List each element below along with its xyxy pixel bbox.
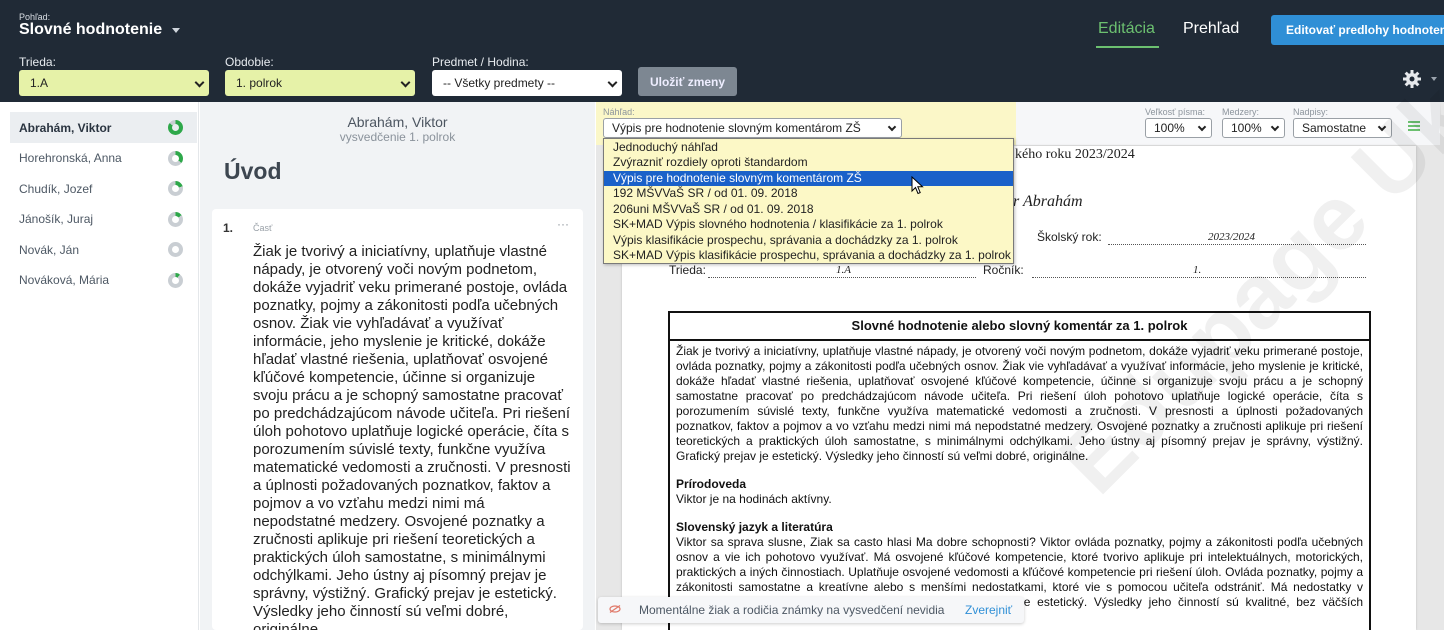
class-select[interactable]: 1.A xyxy=(19,70,209,96)
dotted-line xyxy=(708,277,976,278)
student-list: Abrahám, Viktor Horehronská, Anna Chudík, … xyxy=(0,102,199,630)
chevron-down-icon xyxy=(194,77,205,88)
chevron-down-icon xyxy=(1197,122,1207,132)
eye-off-icon xyxy=(609,605,621,613)
tab-overview[interactable]: Prehľad xyxy=(1183,20,1239,38)
subject-label: Predmet / Hodina: xyxy=(432,55,529,69)
student-list-item[interactable]: Jánošík, Juraj xyxy=(10,204,197,235)
student-list-item[interactable]: Horehronská, Anna xyxy=(10,143,197,174)
save-changes-button[interactable]: Uložiť zmeny xyxy=(638,67,737,96)
subject-select-value: -- Všetky predmety -- xyxy=(443,76,556,90)
student-name: Novák, Ján xyxy=(19,242,80,257)
top-header: Pohľad: Slovné hodnotenie Editácia Prehľ… xyxy=(0,0,1444,102)
card-number: 1. xyxy=(223,221,234,235)
chevron-down-icon xyxy=(1270,122,1280,132)
visibility-notice: Momentálne žiak a rodičia známky na vysv… xyxy=(598,597,1024,623)
student-name: Jánošík, Juraj xyxy=(19,212,94,226)
section-title: Úvod xyxy=(224,158,282,184)
preview-mode-select[interactable]: Výpis pre hodnotenie slovným komentárom … xyxy=(603,118,902,138)
progress-pie-icon xyxy=(168,242,183,257)
view-switcher[interactable]: Slovné hodnotenie xyxy=(19,21,181,39)
spacing-select[interactable]: 100% xyxy=(1222,118,1285,138)
progress-pie-icon xyxy=(168,181,183,196)
dropdown-option[interactable]: 206uni MŠVVaŠ SR / od 01. 09. 2018 xyxy=(604,202,1013,218)
subject-title: Prírodoveda xyxy=(676,477,747,491)
school-year-field-label: Školský rok: xyxy=(1037,230,1102,244)
card-menu-button[interactable]: ··· xyxy=(557,217,569,231)
publish-link[interactable]: Zverejniť xyxy=(965,603,1012,617)
student-list-item[interactable]: Novák, Ján xyxy=(10,234,197,265)
font-size-label: Veľkosť písma: xyxy=(1145,107,1206,117)
chevron-down-icon xyxy=(607,77,618,88)
school-year-heading: kého roku 2023/2024 xyxy=(1015,147,1135,162)
student-name: Chudík, Jozef xyxy=(19,181,93,196)
preview-mode-label: Náhľad: xyxy=(603,107,635,117)
dropdown-option[interactable]: Výpis klasifikácie prospechu, správania … xyxy=(604,233,1013,249)
chevron-down-icon xyxy=(887,122,897,132)
dropdown-option[interactable]: Zvýrazniť rozdiely oproti štandardom xyxy=(604,155,1013,171)
subject-title: Slovenský jazyk a literatúra xyxy=(676,520,833,534)
student-list-item[interactable]: Abrahám, Viktor xyxy=(10,112,197,143)
progress-pie-icon xyxy=(168,211,183,227)
edit-templates-button[interactable]: Editovať predlohy hodnotení xyxy=(1271,15,1444,45)
view-title: Slovné hodnotenie xyxy=(19,21,163,38)
chevron-down-icon xyxy=(172,27,181,33)
class-select-value: 1.A xyxy=(30,76,49,90)
period-select[interactable]: 1. polrok xyxy=(225,70,415,96)
active-tab-indicator xyxy=(1096,46,1159,48)
chevron-down-icon xyxy=(400,77,411,88)
evaluation-table-body: Žiak je tvorivý a iniciatívny, uplatňuje… xyxy=(670,341,1369,625)
period-label: Obdobie: xyxy=(225,55,274,69)
subject-select[interactable]: -- Všetky predmety -- xyxy=(432,70,622,96)
period-select-value: 1. polrok xyxy=(236,76,283,90)
student-name: Horehronská, Anna xyxy=(19,151,122,165)
mouse-cursor-icon xyxy=(911,176,924,195)
dropdown-option[interactable]: 192 MŠVVaŠ SR / od 01. 09. 2018 xyxy=(604,186,1013,202)
evaluation-text-editor[interactable]: Žiak je tvorivý a iniciatívny, uplatňuje… xyxy=(253,243,571,630)
font-size-select[interactable]: 100% xyxy=(1145,118,1212,138)
visibility-notice-text: Momentálne žiak a rodičia známky na vysv… xyxy=(639,603,945,617)
font-size-value: 100% xyxy=(1154,121,1185,135)
student-list-item[interactable]: Nováková, Mária xyxy=(10,265,197,296)
student-name: Abrahám, Viktor xyxy=(19,120,112,135)
progress-pie-icon xyxy=(168,150,183,166)
dropdown-option[interactable]: SK+MAD Výpis klasifikácie prospechu, spr… xyxy=(604,248,1013,264)
class-label: Trieda: xyxy=(19,55,56,69)
grade-field-value: 1. xyxy=(1193,264,1202,276)
class-field-label: Trieda: xyxy=(669,263,706,277)
progress-pie-icon xyxy=(168,272,183,288)
dropdown-option[interactable]: SK+MAD Výpis slovného hodnotenia / klasi… xyxy=(604,217,1013,233)
progress-pie-icon xyxy=(168,120,183,135)
captions-label: Nadpisy: xyxy=(1293,107,1329,117)
card-part-label: Časť xyxy=(253,223,273,233)
preview-mode-value: Výpis pre hodnotenie slovným komentárom … xyxy=(612,121,861,135)
editor-student-name: Abrahám, Viktor xyxy=(347,114,448,130)
student-name: Nováková, Mária xyxy=(19,273,110,287)
spacing-label: Medzery: xyxy=(1222,107,1260,117)
preview-mode-dropdown: Jednoduchý náhľad Zvýrazniť rozdiely opro… xyxy=(603,138,1014,264)
dropdown-option[interactable]: Výpis pre hodnotenie slovným komentárom … xyxy=(604,170,1013,186)
paper-student-name: r Abrahám xyxy=(1013,193,1083,210)
spacing-value: 100% xyxy=(1231,121,1262,135)
tab-edit[interactable]: Editácia xyxy=(1098,20,1155,38)
subject-text: Viktor je na hodinách aktívny. xyxy=(676,492,832,506)
dropdown-option[interactable]: Jednoduchý náhľad xyxy=(604,140,1013,156)
editor-subtitle: vysvedčenie 1. polrok xyxy=(339,130,456,144)
student-list-item[interactable]: Chudík, Jozef xyxy=(10,173,197,204)
evaluation-card: 1. Časť ··· Žiak je tvorivý a iniciatívn… xyxy=(212,209,583,630)
class-field-value: 1.A xyxy=(836,264,851,276)
grade-field-label: Ročník: xyxy=(983,263,1024,277)
